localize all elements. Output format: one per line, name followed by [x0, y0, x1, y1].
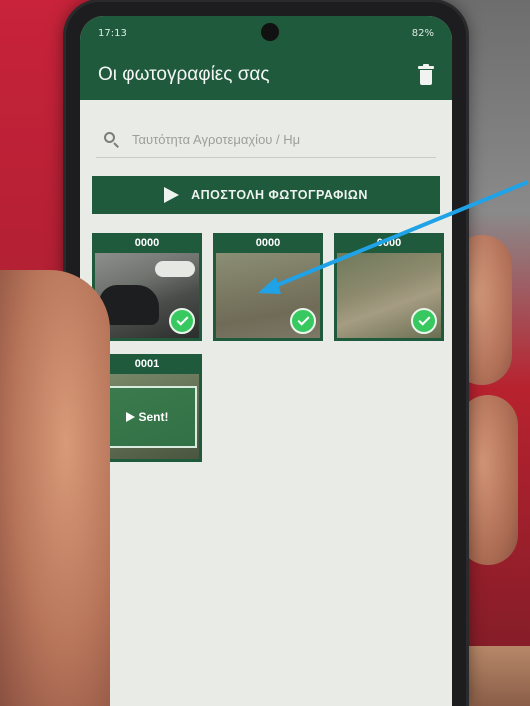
check-icon: [411, 308, 437, 334]
phone-device: 17:13 82% Οι φωτογραφίες σας ΑΠΟΣΤΟΛΗ ΦΩ…: [66, 2, 466, 706]
check-icon: [169, 308, 195, 334]
send-icon: [164, 187, 180, 203]
photo-tile[interactable]: 0000: [334, 233, 444, 341]
send-icon: [125, 412, 135, 422]
hand-thumb: [0, 270, 110, 706]
send-photos-label: ΑΠΟΣΤΟΛΗ ΦΩΤΟΓΡΑΦΙΩΝ: [191, 188, 368, 202]
sent-overlay: Sent!: [97, 386, 197, 448]
trash-icon[interactable]: [416, 64, 436, 86]
search-bar: [96, 122, 436, 158]
check-icon: [290, 308, 316, 334]
photo-tile[interactable]: 0000: [213, 233, 323, 341]
photo-thumbnail: Sent!: [95, 374, 199, 459]
send-photos-button[interactable]: ΑΠΟΣΤΟΛΗ ΦΩΤΟΓΡΑΦΙΩΝ: [92, 176, 440, 214]
status-indicators: 82%: [411, 27, 434, 39]
photo-label: 0000: [255, 237, 281, 249]
sent-label: Sent!: [138, 410, 169, 424]
photo-label: 0000: [134, 237, 160, 249]
app-bar: Οι φωτογραφίες σας: [80, 50, 452, 100]
page-title: Οι φωτογραφίες σας: [98, 64, 270, 85]
search-icon: [104, 131, 120, 148]
search-input[interactable]: [132, 132, 402, 147]
photo-thumbnail: [95, 253, 199, 338]
hand-finger: [458, 395, 518, 565]
phone-screen: 17:13 82% Οι φωτογραφίες σας ΑΠΟΣΤΟΛΗ ΦΩ…: [80, 16, 452, 706]
status-time: 17:13: [98, 27, 127, 39]
photo-thumbnail: [337, 253, 441, 338]
photo-thumbnail: [216, 253, 320, 338]
photo-label: 0000: [376, 237, 402, 249]
front-camera: [261, 23, 279, 41]
